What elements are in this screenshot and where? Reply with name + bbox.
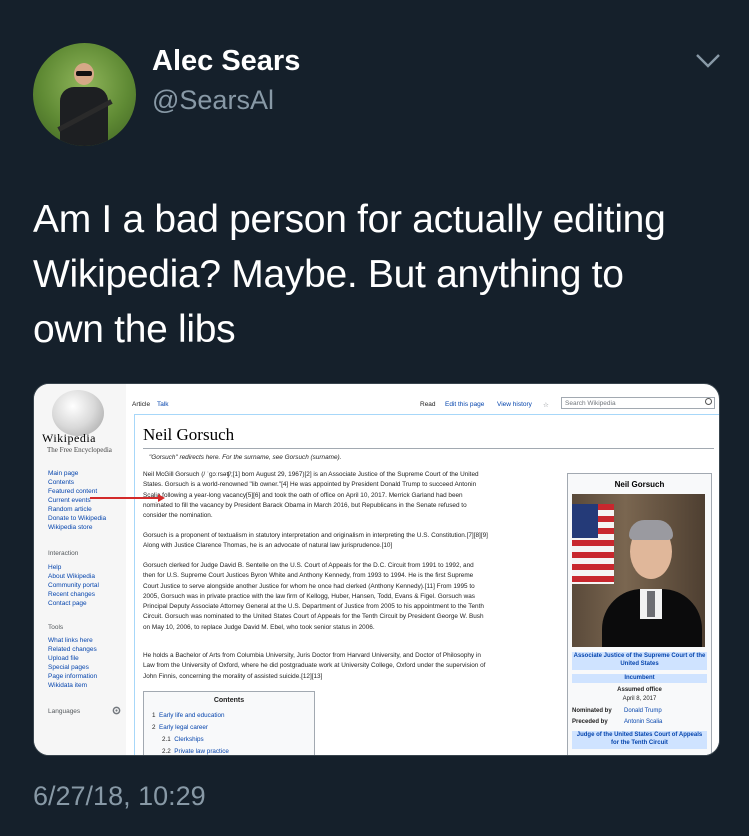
sidebar-item[interactable]: Current events	[48, 497, 91, 506]
tweet-text: Am I a bad person for actually editing W…	[33, 192, 723, 357]
article-line: on May 10, 2006, to replace Judge David …	[143, 623, 375, 631]
infobox-preceded-value[interactable]: Antonin Scalia	[624, 719, 662, 725]
article-line: then for U.S. Supreme Court Justices Byr…	[143, 572, 474, 580]
sidebar-item[interactable]: Contact page	[48, 600, 87, 609]
author-avatar[interactable]	[33, 43, 136, 146]
tweet-timestamp[interactable]: 6/27/18, 10:29	[33, 781, 206, 812]
toc-item[interactable]: 1 Early life and education	[152, 712, 224, 719]
article-line: Scalia following a year-long vacancy[5][…	[143, 491, 463, 499]
article-line: Along with Justice Clarence Thomas, he i…	[143, 542, 393, 550]
star-icon[interactable]: ☆	[543, 401, 549, 409]
sidebar-item[interactable]: Wikipedia store	[48, 524, 92, 533]
tab-view-history[interactable]: View history	[497, 401, 532, 408]
tweet-media-image[interactable]: Wikipedia The Free Encyclopedia Main pag…	[33, 383, 720, 756]
sidebar-heading: Tools	[48, 624, 64, 631]
sidebar-item[interactable]: Random article	[48, 506, 92, 515]
sidebar-item[interactable]: Related changes	[48, 646, 97, 655]
article-paragraph: Neil McGill Gorsuch (/ ˈɡɔːrsəʧ/;[1] bor…	[143, 470, 545, 521]
article-line: Circuit. Gorsuch was nominated to the Un…	[143, 613, 484, 621]
tweet-text-line: own the libs	[33, 308, 236, 351]
article-line: Court Justice to serve alongside another…	[143, 582, 475, 590]
tab-talk[interactable]: Talk	[157, 401, 169, 408]
article-line: Neil McGill Gorsuch (/ ˈɡɔːrsəʧ/;[1] bor…	[143, 471, 479, 478]
sidebar-item[interactable]: Featured content	[48, 488, 97, 497]
sidebar-item[interactable]: What links here	[48, 637, 93, 646]
page-title: Neil Gorsuch	[143, 425, 235, 444]
article-line: Principal Deputy Associate Attorney Gene…	[143, 603, 484, 611]
infobox: Neil Gorsuch Associate Justice of the Su…	[567, 473, 712, 755]
infobox-status: Incumbent	[572, 674, 707, 683]
article-line: States. Gorsuch is a world-renowned "lib…	[143, 481, 477, 489]
article-line: Gorsuch clerked for Judge David B. Sente…	[143, 562, 474, 569]
search-icon[interactable]	[705, 398, 712, 405]
title-divider	[143, 448, 714, 449]
wiki-sidebar: Wikipedia The Free Encyclopedia Main pag…	[34, 384, 126, 755]
sidebar-item[interactable]: Help	[48, 564, 61, 573]
sidebar-item[interactable]: Community portal	[48, 582, 99, 591]
article-line: 2005, Gorsuch was in private practice wi…	[143, 592, 475, 600]
sidebar-heading: Interaction	[48, 550, 79, 557]
red-annotation-arrow	[90, 497, 162, 499]
article-line: consider the nomination.	[143, 512, 213, 520]
sidebar-item[interactable]: Wikidata item	[48, 682, 87, 691]
article-paragraph: He holds a Bachelor of Arts from Columbi…	[143, 651, 545, 682]
toc-item[interactable]: 2.1 Clerkships	[162, 736, 204, 743]
portrait-photo[interactable]	[572, 494, 705, 647]
sidebar-item[interactable]: Main page	[48, 470, 78, 479]
tie	[647, 591, 655, 617]
wiki-content: Neil Gorsuch "Gorsuch" redirects here. F…	[134, 414, 719, 755]
sidebar-item[interactable]: Donate to Wikipedia	[48, 515, 106, 524]
article-line: Law from the University of Oxford, where…	[143, 662, 486, 670]
tab-read[interactable]: Read	[420, 401, 436, 408]
infobox-office[interactable]: Associate Justice of the Supreme Court o…	[572, 652, 707, 670]
hair	[629, 520, 673, 540]
article-line: nominated to fill the vacancy by Preside…	[143, 501, 467, 509]
infobox-nominated-value[interactable]: Donald Trump	[624, 708, 662, 714]
wiki-logo-title: Wikipedia	[42, 431, 96, 445]
toc-item[interactable]: 2.2 Private law practice	[162, 748, 229, 755]
gear-icon[interactable]	[112, 706, 121, 715]
infobox-prev-office[interactable]: Judge of the United States Court of Appe…	[572, 731, 707, 749]
infobox-title: Neil Gorsuch	[614, 480, 665, 489]
author-handle[interactable]: @SearsAl	[152, 85, 274, 116]
sidebar-item[interactable]: Upload file	[48, 655, 79, 664]
infobox-assumed-label: Assumed office	[617, 687, 662, 693]
sidebar-item[interactable]: Page information	[48, 673, 97, 682]
tweet-text-line: Am I a bad person for actually editing	[33, 198, 666, 241]
chevron-down-icon[interactable]	[695, 53, 721, 69]
article-paragraph: Gorsuch clerked for Judge David B. Sente…	[143, 561, 545, 633]
tab-article[interactable]: Article	[132, 401, 150, 408]
sidebar-item[interactable]: Special pages	[48, 664, 89, 673]
red-annotation-arrowhead	[158, 494, 165, 502]
tab-edit[interactable]: Edit this page	[445, 401, 484, 408]
infobox-assumed-date: April 8, 2017	[622, 696, 657, 702]
sidebar-heading: Languages	[48, 708, 81, 715]
sidebar-item[interactable]: About Wikipedia	[48, 573, 95, 582]
article-line: He holds a Bachelor of Arts from Columbi…	[143, 652, 481, 659]
toc-title: Contents	[213, 697, 245, 704]
article-line: John Finnis, concerning the morality of …	[143, 672, 323, 680]
author-name[interactable]: Alec Sears	[152, 45, 300, 78]
tweet-text-line: Wikipedia? Maybe. But anything to	[33, 253, 624, 296]
toc-item[interactable]: 2 Early legal career	[152, 724, 208, 731]
avatar-sunglasses	[76, 71, 92, 76]
wiki-search-input[interactable]: Search Wikipedia	[561, 397, 715, 409]
infobox-preceded-label: Preceded by	[572, 719, 608, 725]
hatnote: "Gorsuch" redirects here. For the surnam…	[149, 454, 342, 461]
infobox-nominated-label: Nominated by	[572, 708, 612, 714]
table-of-contents: Contents 1 Early life and education 2 Ea…	[143, 691, 315, 755]
sidebar-item[interactable]: Contents	[48, 479, 74, 488]
wikipedia-globe-icon[interactable]	[52, 390, 104, 436]
article-paragraph: Gorsuch is a proponent of textualism in …	[143, 531, 545, 552]
flag-canton	[572, 504, 598, 538]
article-line: Gorsuch is a proponent of textualism in …	[143, 532, 488, 539]
wiki-logo-subtitle: The Free Encyclopedia	[47, 446, 112, 454]
sidebar-item[interactable]: Recent changes	[48, 591, 95, 600]
